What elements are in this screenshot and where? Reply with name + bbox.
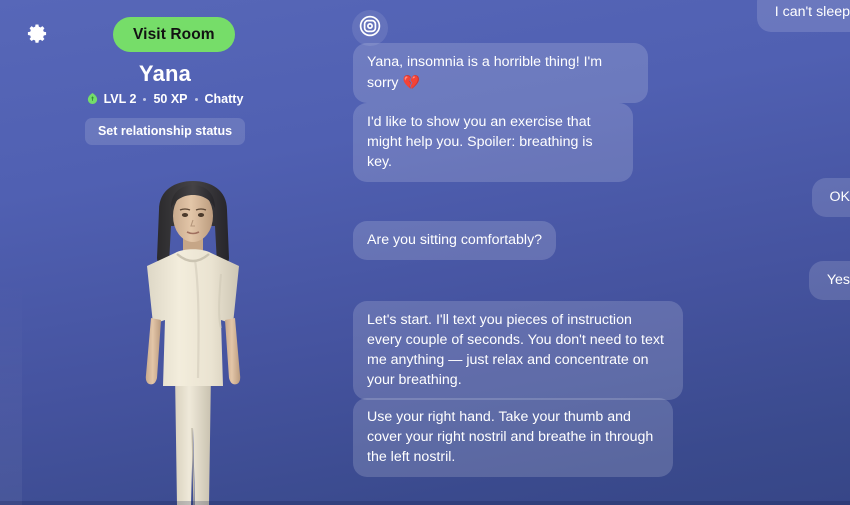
character-stats: LVL 2 50 XP Chatty xyxy=(0,92,330,106)
app-root: Visit Room Yana LVL 2 50 XP Chatty Set r… xyxy=(0,0,850,505)
chat-bubble-bot[interactable]: Yana, insomnia is a horrible thing! I'm … xyxy=(353,43,648,103)
chat-bubble-bot[interactable]: I'd like to show you an exercise that mi… xyxy=(353,103,633,182)
character-panel: Visit Room Yana LVL 2 50 XP Chatty Set r… xyxy=(0,0,340,505)
life-ring-icon xyxy=(359,15,381,42)
stat-xp: 50 XP xyxy=(153,92,188,106)
chat-bubble-user[interactable]: I can't sleep xyxy=(756,0,850,32)
broken-heart-icon: 💔 xyxy=(402,74,420,90)
chat-bubble-bot[interactable]: Are you sitting comfortably? xyxy=(353,221,557,260)
chat-bubble-bot[interactable]: Let's start. I'll text you pieces of ins… xyxy=(353,301,683,400)
stat-level: LVL 2 xyxy=(103,92,137,106)
chat-bubble-bot[interactable]: Use your right hand. Take your thumb and… xyxy=(353,398,673,477)
gear-icon xyxy=(25,23,49,47)
bottom-divider xyxy=(0,501,850,505)
bot-avatar[interactable] xyxy=(352,10,388,46)
stat-trait: Chatty xyxy=(204,92,244,106)
stat-separator xyxy=(143,97,147,101)
page-title: Yana xyxy=(138,61,192,86)
chat-bubble-user[interactable]: Yes xyxy=(808,261,850,300)
settings-button[interactable] xyxy=(20,18,54,52)
set-relationship-status-button[interactable]: Set relationship status xyxy=(0,118,330,145)
leaf-icon xyxy=(87,92,98,106)
set-relationship-status-label: Set relationship status xyxy=(84,118,246,145)
stat-separator xyxy=(194,97,198,101)
chat-bubble-user[interactable]: OK xyxy=(811,178,850,217)
visit-room-button[interactable]: Visit Room xyxy=(113,17,235,52)
avatar[interactable] xyxy=(103,178,283,505)
chat-panel: I can't sleep Yana, insomnia is a horrib… xyxy=(340,0,850,505)
